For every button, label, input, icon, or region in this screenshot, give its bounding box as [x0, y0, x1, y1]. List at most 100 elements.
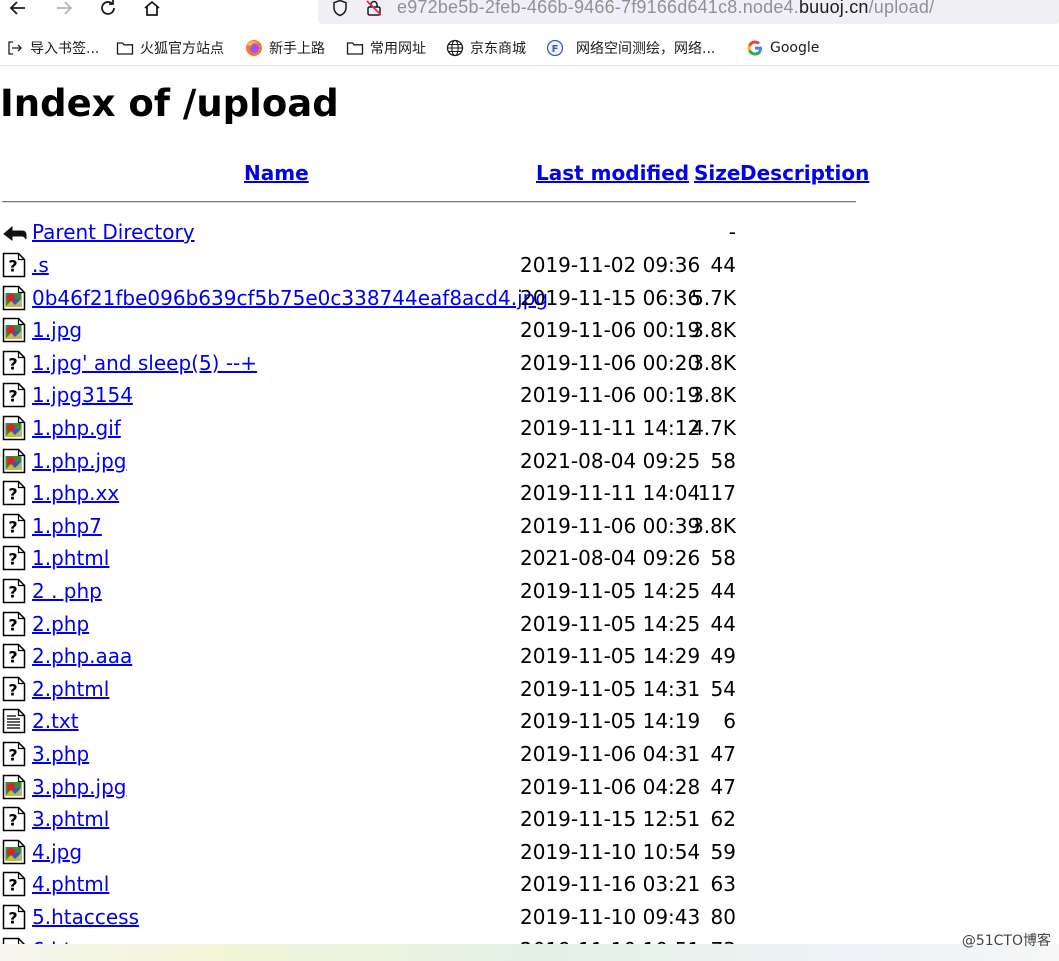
unknown-file-icon: ?: [2, 871, 26, 897]
file-link[interactable]: 3.php.jpg: [32, 771, 126, 803]
file-modified-date: 2019-11-06 04:31: [520, 742, 701, 766]
bookmark-fofa[interactable]: F 网络空间测绘，网络...: [546, 37, 715, 59]
unknown-file-icon: ?: [2, 611, 26, 637]
file-link[interactable]: 1.php7: [32, 510, 102, 542]
svg-text:?: ?: [8, 518, 17, 537]
file-modified-date: 2019-11-05 14:19: [520, 709, 701, 733]
file-link[interactable]: 1.php.gif: [32, 412, 121, 444]
shield-icon[interactable]: [330, 0, 350, 18]
file-row: ? 5.htaccess 2019-11-10 09:43 80: [0, 901, 860, 933]
image-file-icon: [2, 317, 26, 343]
file-size: 80: [710, 905, 736, 929]
forward-arrow-icon[interactable]: [50, 0, 78, 22]
file-size: 63: [710, 872, 736, 896]
svg-text:?: ?: [8, 681, 17, 700]
column-header-description[interactable]: Description: [740, 159, 869, 187]
svg-text:?: ?: [8, 550, 17, 569]
file-modified-date: 2019-11-06 00:39: [520, 514, 701, 538]
file-row: 3.php.jpg 2019-11-06 04:28 47: [0, 771, 860, 803]
file-size: 47: [710, 775, 736, 799]
file-row: ? 2.php 2019-11-05 14:25 44: [0, 608, 860, 640]
bookmark-firefox-official[interactable]: 火狐官方站点: [116, 37, 224, 59]
page-title: Index of /upload: [0, 82, 339, 125]
home-icon[interactable]: [138, 0, 166, 22]
file-link[interactable]: 1.phtml: [32, 542, 109, 574]
back-arrow-icon[interactable]: [4, 0, 32, 22]
header-divider: [2, 201, 856, 203]
file-link[interactable]: 1.jpg: [32, 314, 82, 346]
file-modified-date: 2019-11-05 14:31: [520, 677, 701, 701]
text-file-icon: [2, 708, 26, 734]
file-link[interactable]: 2.php.aaa: [32, 640, 132, 672]
bookmark-common-sites[interactable]: 常用网址: [346, 37, 426, 59]
file-link[interactable]: 1.jpg3154: [32, 379, 133, 411]
insecure-lock-icon[interactable]: [364, 0, 384, 18]
file-link[interactable]: 3.php: [32, 738, 89, 770]
file-link[interactable]: .s: [32, 249, 49, 281]
bookmark-label: 常用网址: [370, 41, 426, 57]
bookmark-google[interactable]: Google: [746, 37, 819, 59]
file-link[interactable]: 1.jpg' and sleep(5) --+: [32, 347, 257, 379]
reload-icon[interactable]: [94, 0, 122, 22]
file-modified-date: 2021-08-04 09:26: [520, 546, 701, 570]
file-modified-date: 2019-11-10 10:54: [520, 840, 701, 864]
file-modified-date: 2019-11-05 14:25: [520, 579, 701, 603]
file-size: 3.8K: [691, 514, 736, 538]
file-link[interactable]: 4.phtml: [32, 868, 109, 900]
file-modified-date: 2019-11-05 14:29: [520, 644, 701, 668]
file-row: ? 1.php.xx 2019-11-11 14:04 117: [0, 477, 860, 509]
file-link[interactable]: 2 . php: [32, 575, 102, 607]
file-row: 0b46f21fbe096b639cf5b75e0c338744eaf8acd4…: [0, 282, 860, 314]
file-link[interactable]: 2.txt: [32, 705, 79, 737]
column-header-last-modified[interactable]: Last modified: [536, 159, 689, 187]
taskbar-strip: [0, 944, 1059, 961]
bookmark-label: 网络空间测绘，网络...: [576, 41, 716, 57]
file-row: 1.php.gif 2019-11-11 14:12 4.7K: [0, 412, 860, 444]
url-prefix: e972be5b-2feb-466b-9466-7f9166d641c8.nod…: [397, 0, 799, 17]
parent-directory-row: Parent Directory -: [0, 216, 860, 248]
unknown-file-icon: ?: [2, 676, 26, 702]
file-link[interactable]: 2.phtml: [32, 673, 109, 705]
file-size: 49: [710, 644, 736, 668]
bookmarks-toolbar: 导入书签... 火狐官方站点 新手上路 常用网址 京东商城 F 网络空间测绘，网…: [0, 33, 1059, 63]
file-link[interactable]: 2.php: [32, 608, 89, 640]
url-bar[interactable]: e972be5b-2feb-466b-9466-7f9166d641c8.nod…: [318, 0, 1059, 24]
file-link[interactable]: 1.php.jpg: [32, 445, 126, 477]
svg-text:?: ?: [8, 876, 17, 895]
unknown-file-icon: ?: [2, 806, 26, 832]
svg-text:?: ?: [8, 909, 17, 928]
url-text[interactable]: e972be5b-2feb-466b-9466-7f9166d641c8.nod…: [397, 0, 934, 18]
unknown-file-icon: ?: [2, 350, 26, 376]
column-header-size[interactable]: Size: [694, 159, 740, 187]
file-link[interactable]: 5.htaccess: [32, 901, 139, 933]
file-size: 62: [710, 807, 736, 831]
file-size: 117: [697, 481, 736, 505]
file-size: 3.8K: [691, 318, 736, 342]
bookmark-import[interactable]: 导入书签...: [6, 37, 99, 59]
file-size: 44: [710, 579, 736, 603]
file-link[interactable]: 1.php.xx: [32, 477, 119, 509]
globe-icon: [446, 39, 464, 57]
file-modified-date: 2019-11-06 00:19: [520, 318, 701, 342]
bookmark-getting-started[interactable]: 新手上路: [245, 37, 325, 59]
column-header-name[interactable]: Name: [244, 159, 309, 187]
file-row: ? 2 . php 2019-11-05 14:25 44: [0, 575, 860, 607]
file-link[interactable]: 4.jpg: [32, 836, 82, 868]
file-link[interactable]: 0b46f21fbe096b639cf5b75e0c338744eaf8acd4…: [32, 282, 548, 314]
file-size: 58: [710, 449, 736, 473]
image-file-icon: [2, 448, 26, 474]
file-row: ? 1.jpg3154 2019-11-06 00:19 3.8K: [0, 379, 860, 411]
firefox-icon: [245, 39, 263, 57]
file-link[interactable]: 3.phtml: [32, 803, 109, 835]
file-size: 6: [723, 709, 736, 733]
bookmark-label: Google: [770, 40, 820, 56]
file-row: 2.txt 2019-11-05 14:19 6: [0, 705, 860, 737]
file-size: 4.7K: [691, 416, 736, 440]
svg-text:?: ?: [8, 387, 17, 406]
unknown-file-icon: ?: [2, 741, 26, 767]
unknown-file-icon: ?: [2, 578, 26, 604]
file-modified-date: 2019-11-15 12:51: [520, 807, 701, 831]
file-size: 47: [710, 742, 736, 766]
bookmark-jd[interactable]: 京东商城: [446, 37, 526, 59]
parent-directory-link[interactable]: Parent Directory: [32, 216, 195, 248]
